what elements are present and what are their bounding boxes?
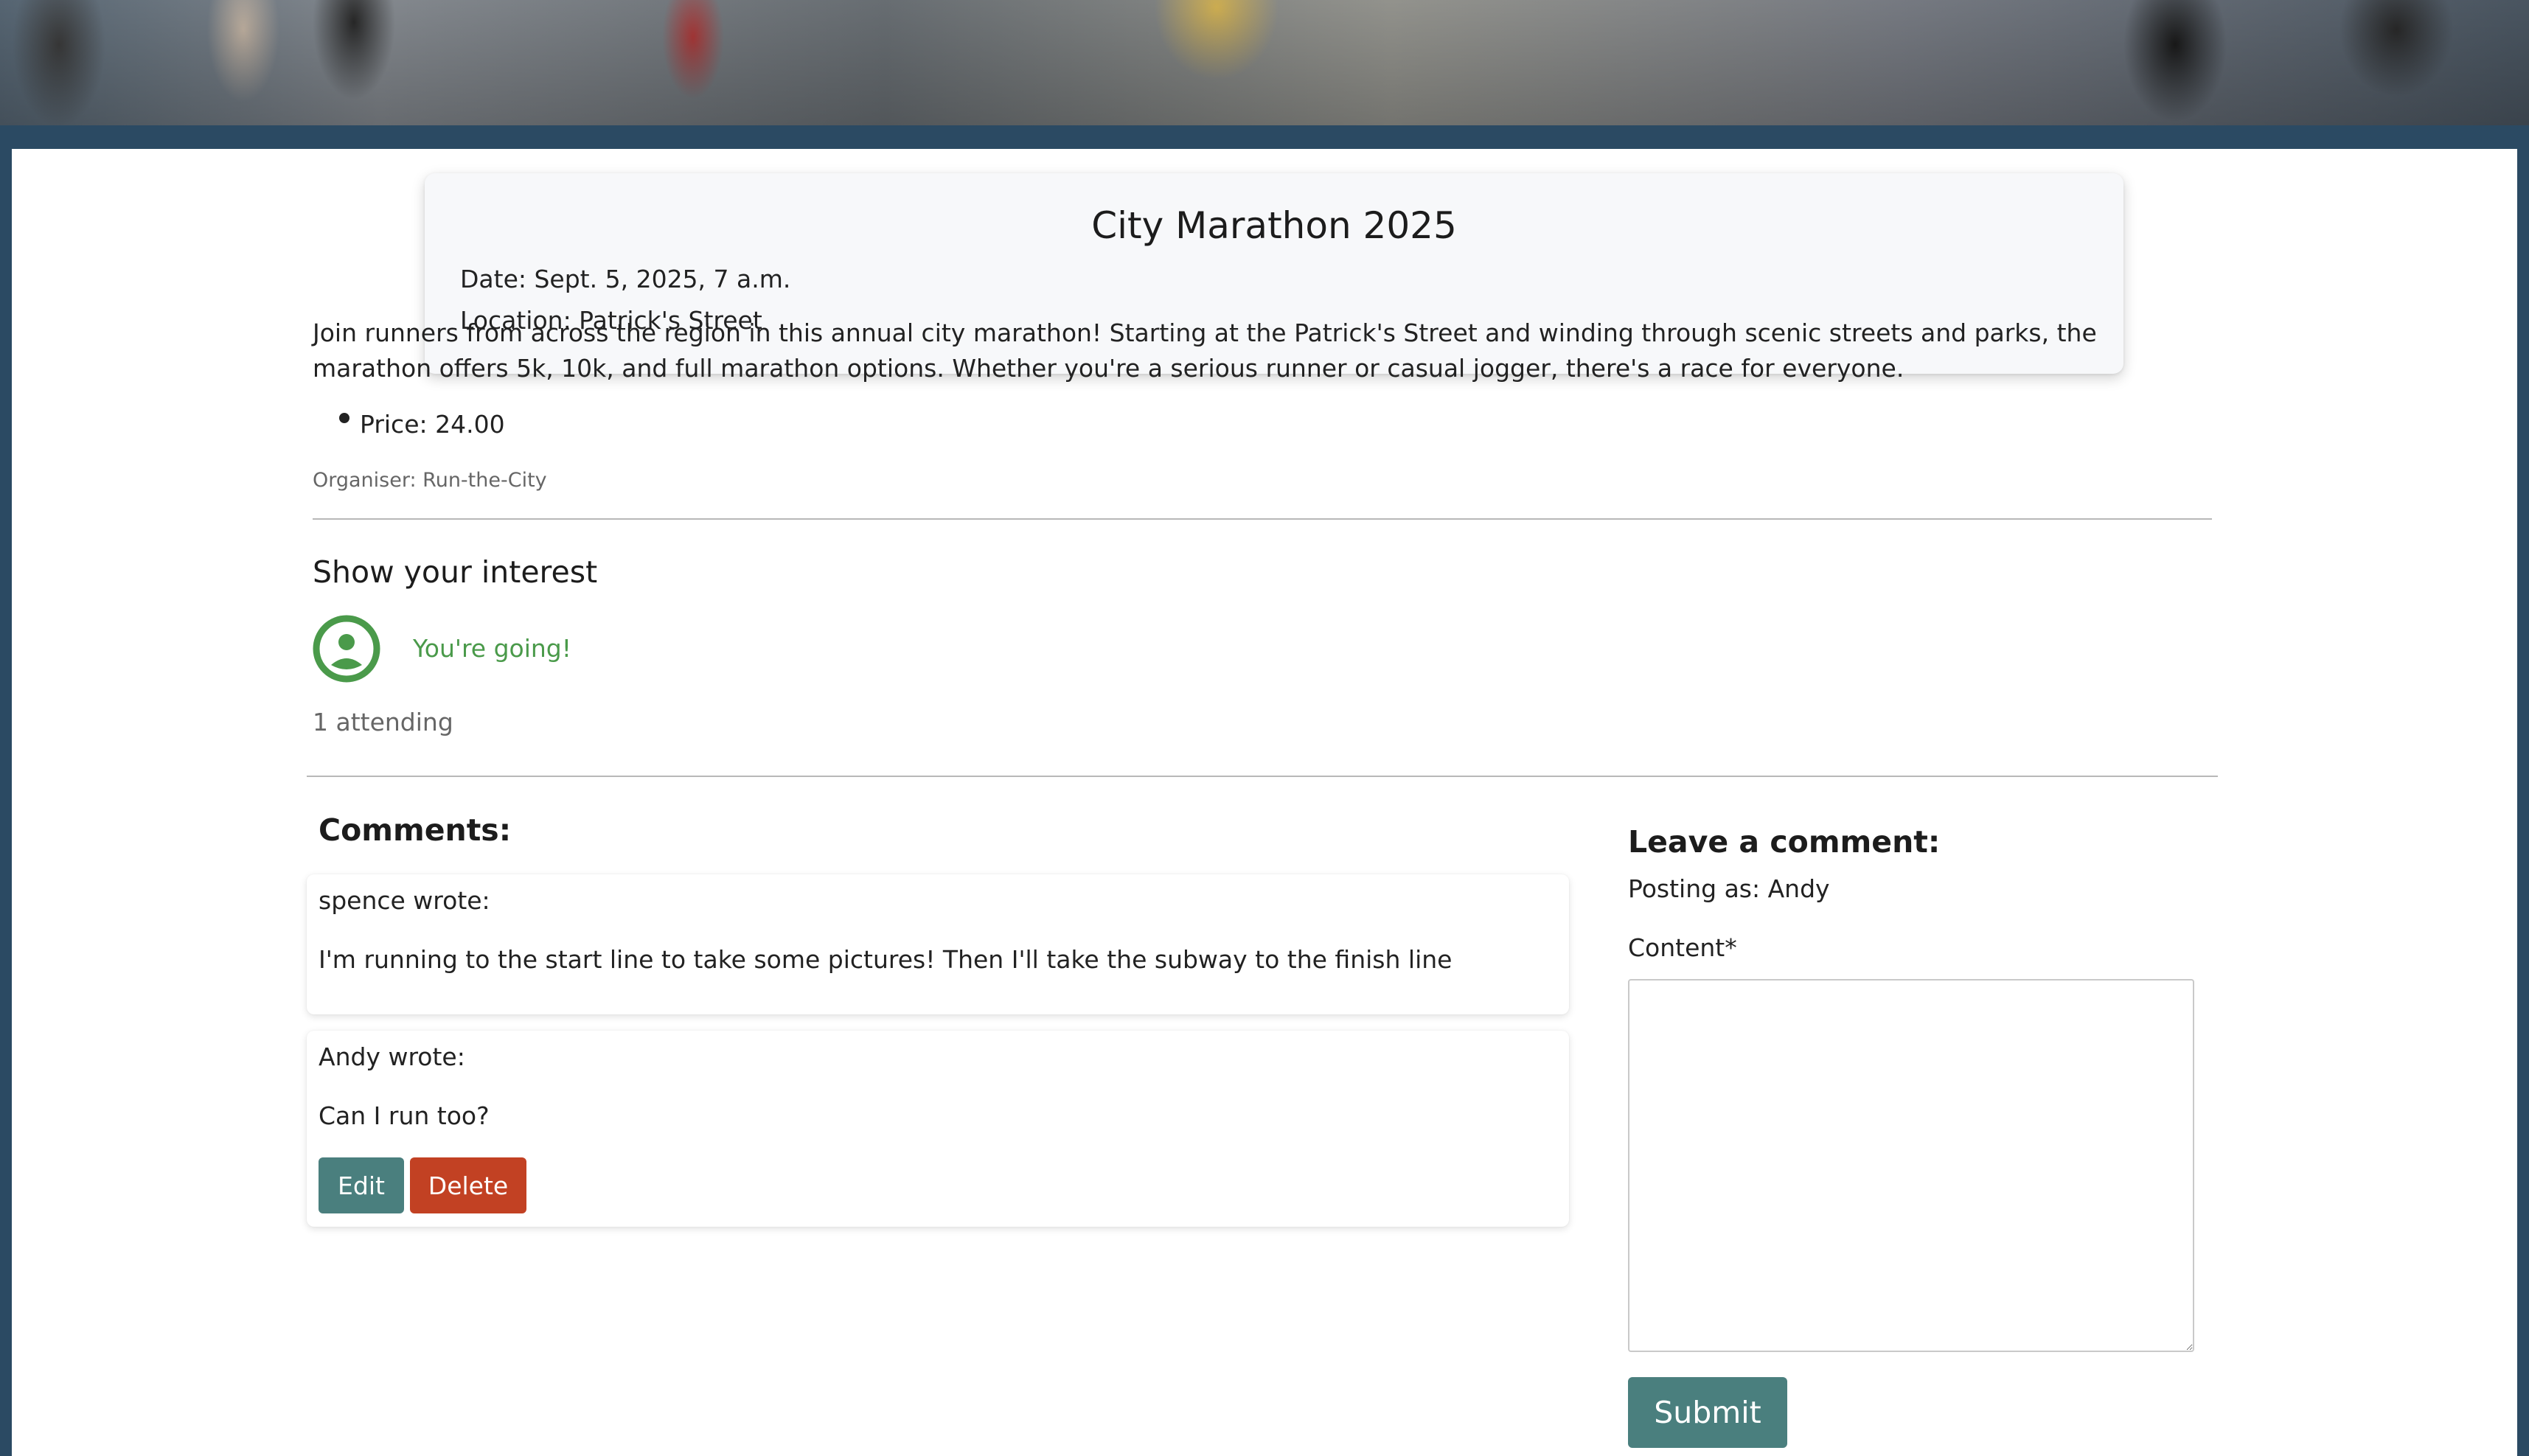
event-price: Price: 24.00 xyxy=(360,410,505,439)
comment-content-textarea[interactable] xyxy=(1628,979,2194,1352)
delete-comment-button[interactable]: Delete xyxy=(410,1157,526,1213)
posting-as-label: Posting as: Andy xyxy=(1628,874,1830,903)
comment-card: spence wrote: I'm running to the start l… xyxy=(307,874,1569,1014)
comment-body: I'm running to the start line to take so… xyxy=(319,945,1453,974)
comment-card: Andy wrote: Can I run too? Edit Delete xyxy=(307,1031,1569,1227)
divider xyxy=(307,776,2218,777)
main-content-panel: City Marathon 2025 Date: Sept. 5, 2025, … xyxy=(12,149,2517,1456)
content-field-label: Content* xyxy=(1628,933,1737,962)
event-organiser: Organiser: Run-the-City xyxy=(313,469,547,492)
leave-comment-heading: Leave a comment: xyxy=(1628,824,1941,860)
interest-heading: Show your interest xyxy=(313,554,598,590)
submit-comment-button[interactable]: Submit xyxy=(1628,1377,1787,1448)
edit-comment-button[interactable]: Edit xyxy=(319,1157,404,1213)
bullet-point xyxy=(339,413,349,423)
comments-heading: Comments: xyxy=(319,812,512,848)
comment-author: Andy wrote: xyxy=(319,1042,465,1071)
page-body: Join runners from across the region in t… xyxy=(0,0,2529,1456)
comment-author: spence wrote: xyxy=(319,886,490,915)
user-circle-icon[interactable] xyxy=(313,615,380,683)
going-status[interactable]: You're going! xyxy=(413,634,571,663)
comment-body: Can I run too? xyxy=(319,1101,490,1130)
divider xyxy=(313,518,2212,520)
event-description: Join runners from across the region in t… xyxy=(313,318,2097,383)
attending-count: 1 attending xyxy=(313,708,453,736)
